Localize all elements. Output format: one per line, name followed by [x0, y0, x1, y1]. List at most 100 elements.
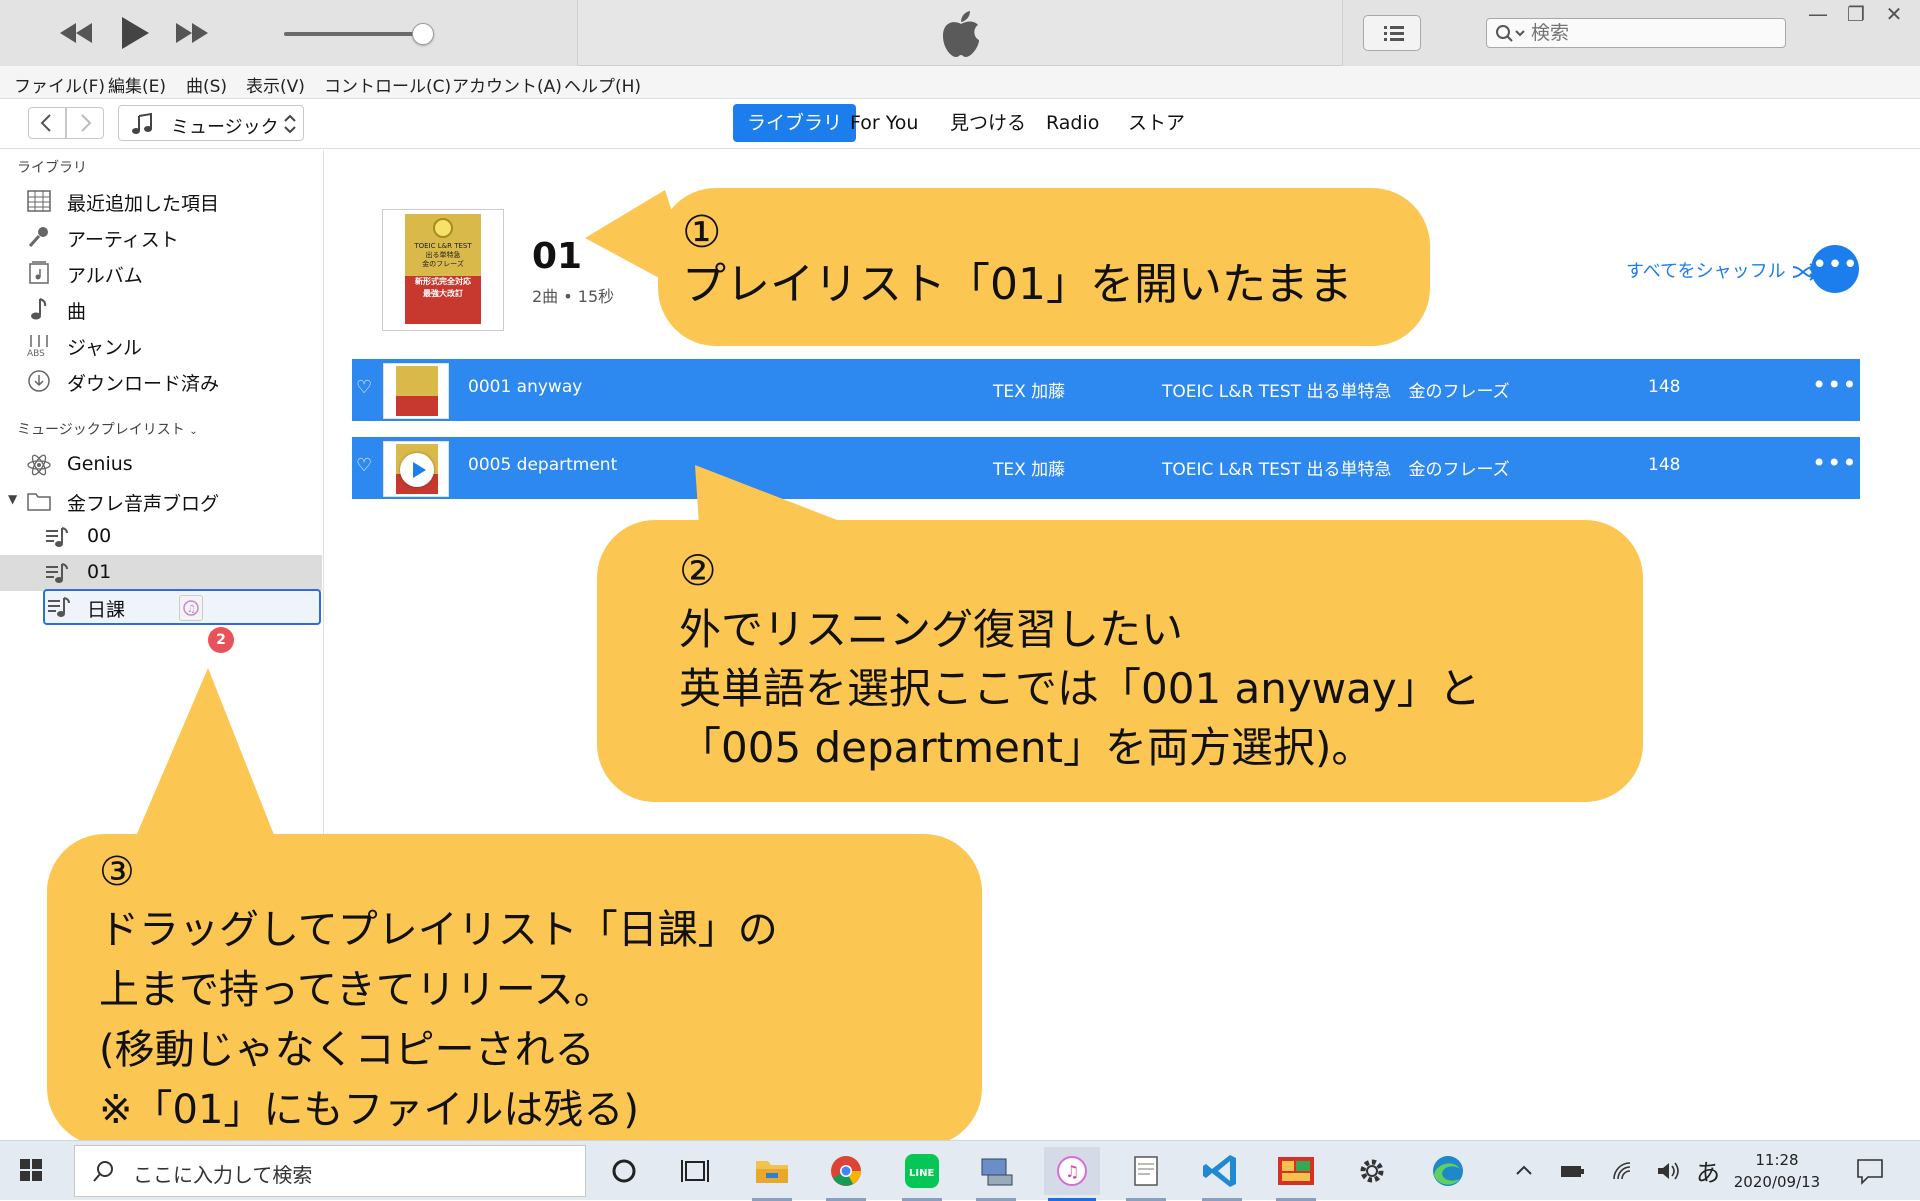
track-play-button[interactable]: [400, 453, 434, 487]
cover-line-4: 新形式完全対応: [415, 277, 471, 286]
sidebar-item-label: 日課: [87, 599, 126, 621]
taskbar-clock[interactable]: 11:28 2020/09/13: [1727, 1149, 1827, 1193]
back-button[interactable]: [28, 107, 66, 139]
sidebar-item-label: Genius: [67, 453, 133, 475]
tab-for-you[interactable]: For You: [836, 104, 932, 142]
sidebar-folder-kinfure[interactable]: ▼ 金フレ音声ブログ: [0, 483, 322, 519]
chevron-right-icon: [81, 114, 92, 132]
sidebar-item-artists[interactable]: アーティスト: [0, 219, 322, 255]
tab-browse[interactable]: 見つける: [936, 104, 1040, 142]
gear-icon: [1360, 1159, 1384, 1183]
track-more-button[interactable]: •••: [1812, 449, 1857, 477]
volume-knob[interactable]: [412, 23, 434, 45]
cover-line-3: 金のフレーズ: [422, 260, 464, 268]
apple-icon: [943, 11, 979, 57]
volume-icon[interactable]: [1654, 1157, 1682, 1185]
sidebar-item-genius[interactable]: Genius: [0, 447, 322, 483]
ftp-client-button[interactable]: [1268, 1147, 1324, 1201]
track-title: 0001 anyway: [468, 377, 583, 397]
notepad-button[interactable]: [1118, 1147, 1174, 1201]
download-icon: [26, 369, 52, 393]
shuffle-all-button[interactable]: すべてをシャッフル: [1626, 257, 1821, 283]
drag-ghost-icon: ♫: [179, 595, 203, 621]
track-row-0001-anyway[interactable]: ♡ 0001 anyway TEX 加藤 TOEIC L&R TEST 出る単特…: [352, 359, 1860, 421]
task-view-button[interactable]: [668, 1147, 724, 1195]
close-button[interactable]: ✕: [1878, 2, 1910, 28]
play-button[interactable]: [118, 14, 152, 52]
volume-slider[interactable]: [284, 32, 424, 36]
atom-icon: [26, 453, 52, 477]
menu-controls[interactable]: コントロール(C): [324, 72, 451, 97]
wifi-icon[interactable]: [1608, 1157, 1636, 1185]
cortana-button[interactable]: [596, 1147, 652, 1195]
fast-forward-button[interactable]: [174, 20, 210, 46]
cortana-circle-icon: [612, 1159, 636, 1183]
menu-file[interactable]: ファイル(F): [14, 72, 105, 97]
restore-button[interactable]: ❐: [1840, 2, 1872, 28]
file-explorer-button[interactable]: [744, 1147, 800, 1201]
callout-2-text: 外でリスニング復習したい 英単語を選択ここでは「001 anyway」と 「00…: [679, 605, 1481, 772]
ime-indicator[interactable]: あ: [1696, 1153, 1720, 1188]
album-icon: [26, 261, 52, 285]
menu-help[interactable]: ヘルプ(H): [564, 72, 641, 97]
track-album: TOEIC L&R TEST 出る単特急 金のフレーズ: [1162, 460, 1510, 480]
apple-logo: [940, 10, 982, 58]
sidebar-playlist-nikka-drop-target[interactable]: 日課 ♫: [43, 589, 321, 625]
minimize-button[interactable]: —: [1802, 2, 1834, 28]
vscode-button[interactable]: [1194, 1147, 1250, 1201]
start-button[interactable]: [14, 1155, 48, 1187]
track-play-count: 148: [1648, 377, 1681, 397]
tab-store[interactable]: ストア: [1114, 104, 1199, 142]
action-center-button[interactable]: [1854, 1155, 1886, 1187]
chrome-button[interactable]: [818, 1147, 874, 1201]
sidebar-item-downloaded[interactable]: ダウンロード済み: [0, 363, 322, 399]
up-next-button[interactable]: [1363, 15, 1421, 51]
track-artist: TEX 加藤: [993, 382, 1066, 402]
sidebar-item-genres[interactable]: ABS ジャンル: [0, 327, 322, 363]
disclosure-triangle-icon[interactable]: ▼: [8, 492, 17, 506]
sidebar-item-label: ジャンル: [67, 337, 143, 359]
heart-icon[interactable]: ♡: [356, 455, 372, 476]
track-row-0005-department[interactable]: ♡ 0005 department TEX 加藤 TOEIC L&R TEST …: [352, 437, 1860, 499]
settings-button[interactable]: [1344, 1147, 1400, 1195]
sidebar-playlist-01[interactable]: 01: [0, 555, 322, 591]
taskbar-search-box[interactable]: ここに入力して検索: [74, 1145, 586, 1197]
rewind-button[interactable]: [58, 20, 94, 46]
sidebar-item-label: アーティスト: [67, 229, 179, 251]
edge-button[interactable]: [1420, 1147, 1476, 1195]
line-button[interactable]: LINE: [894, 1147, 950, 1201]
menu-edit[interactable]: 編集(E): [108, 72, 166, 97]
sidebar-item-albums[interactable]: アルバム: [0, 255, 322, 291]
playlists-heading-label: ミュージックプレイリスト: [17, 422, 185, 438]
search-input[interactable]: [1531, 22, 1771, 44]
media-kind-select[interactable]: ミュージック: [118, 105, 304, 141]
itunes-button[interactable]: ♫: [1044, 1147, 1100, 1201]
menu-view[interactable]: 表示(V): [246, 72, 305, 97]
callout-3: ③ ドラッグしてプレイリスト「日課」の 上まで持ってきてリリース。 (移動じゃな…: [47, 834, 982, 1146]
svg-text:ABS: ABS: [27, 349, 45, 357]
heart-icon[interactable]: ♡: [356, 377, 372, 398]
battery-icon[interactable]: [1558, 1159, 1586, 1183]
sidebar-playlist-00[interactable]: 00: [0, 519, 322, 555]
shuffle-label: すべてをシャッフル: [1626, 261, 1786, 282]
forward-button[interactable]: [66, 107, 104, 139]
track-more-button[interactable]: •••: [1812, 371, 1857, 399]
task-view-icon: [681, 1160, 709, 1182]
line-app-icon: LINE: [905, 1154, 939, 1188]
sidebar-item-songs[interactable]: 曲: [0, 291, 322, 327]
windows-logo-icon: [20, 1159, 42, 1181]
playback-controls-area: [0, 0, 578, 66]
sidebar-item-recently-added[interactable]: 最近追加した項目: [0, 183, 322, 219]
menu-account[interactable]: アカウント(A): [452, 72, 562, 97]
playlist-more-button[interactable]: •••: [1811, 245, 1859, 293]
play-icon: [122, 17, 149, 49]
svg-text:♫: ♫: [187, 604, 196, 615]
tray-overflow-chevron-icon[interactable]: [1512, 1159, 1536, 1183]
network-app-button[interactable]: [968, 1147, 1024, 1201]
playlists-heading[interactable]: ミュージックプレイリスト ⌄: [17, 419, 198, 439]
search-field[interactable]: [1486, 18, 1786, 48]
menu-song[interactable]: 曲(S): [186, 72, 227, 97]
tab-radio[interactable]: Radio: [1032, 104, 1113, 142]
callout-3-number: ③: [99, 849, 135, 895]
folder-icon: [756, 1161, 788, 1183]
